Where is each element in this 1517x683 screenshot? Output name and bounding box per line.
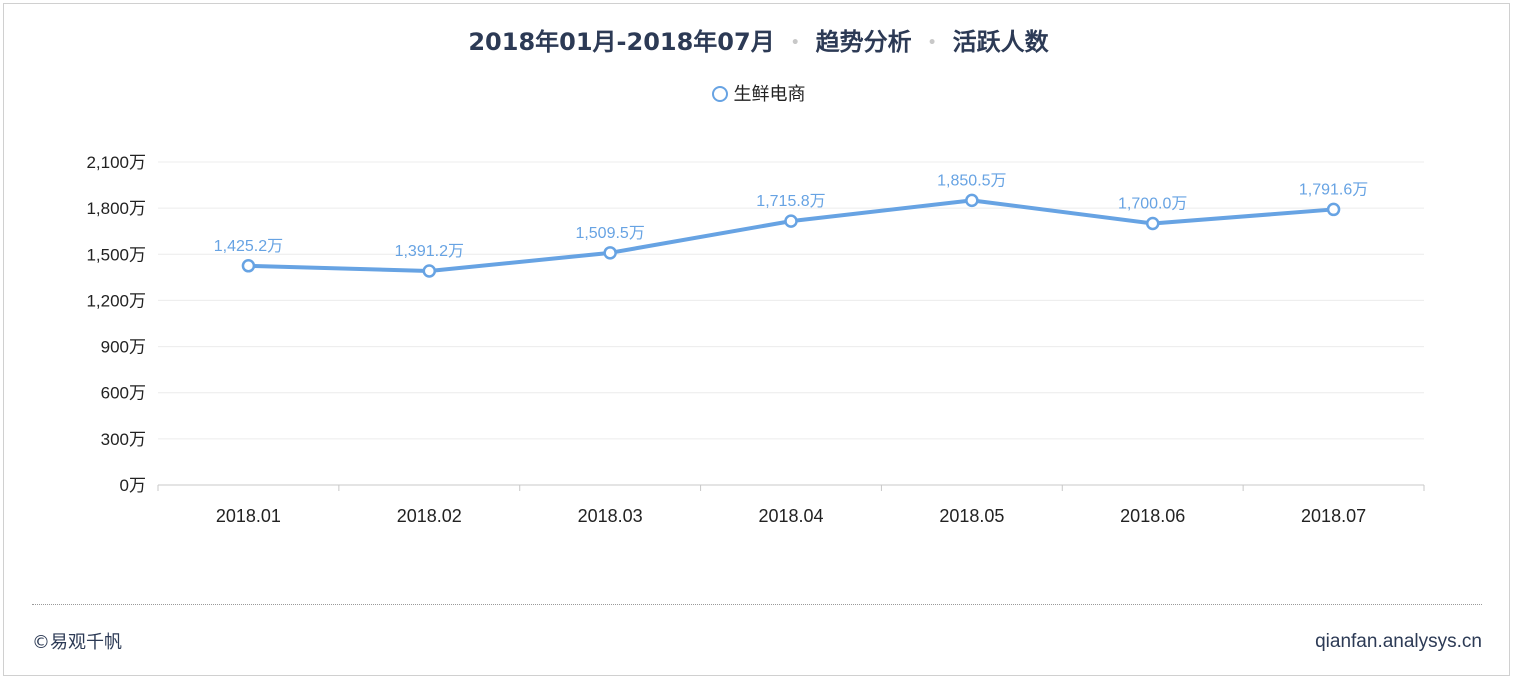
data-point xyxy=(1326,202,1341,217)
data-point xyxy=(784,214,798,228)
data-label: 1,700.0万 xyxy=(1118,196,1187,213)
data-label: 1,791.6万 xyxy=(1299,181,1368,198)
x-tick-label: 2018.01 xyxy=(216,506,281,526)
data-point xyxy=(965,193,979,208)
x-tick-label: 2018.04 xyxy=(758,506,823,526)
x-tick-label: 2018.05 xyxy=(939,506,1004,526)
source-url[interactable]: qianfan.analysys.cn xyxy=(1315,631,1482,653)
copyright-text: ©易观千帆 xyxy=(32,632,122,653)
y-tick-label: 900万 xyxy=(101,338,146,357)
data-label: 1,509.5万 xyxy=(575,225,644,242)
y-tick-label: 1,200万 xyxy=(86,291,146,310)
y-tick-label: 1,800万 xyxy=(86,199,146,218)
x-tick-label: 2018.07 xyxy=(1301,506,1366,526)
y-tick-label: 1,500万 xyxy=(86,245,146,264)
data-point xyxy=(1145,216,1160,231)
data-label: 1,715.8万 xyxy=(756,193,825,210)
data-label: 1,425.2万 xyxy=(214,238,283,255)
y-tick-label: 300万 xyxy=(101,430,146,449)
x-tick-label: 2018.06 xyxy=(1120,506,1185,526)
x-tick-label: 2018.03 xyxy=(578,506,643,526)
data-point xyxy=(422,264,437,278)
data-label: 1,391.2万 xyxy=(395,243,464,260)
line-chart: 0万 300万 600万 900万 1,200万 1,500万 1,800万 2,100万 20… xyxy=(86,153,1425,526)
y-tick-label: 0万 xyxy=(120,476,146,495)
data-point xyxy=(603,246,617,260)
footer-divider xyxy=(32,604,1482,605)
data-point xyxy=(241,259,256,273)
y-tick-label: 2,100万 xyxy=(86,153,146,172)
data-label: 1,850.5万 xyxy=(937,172,1006,189)
x-tick-label: 2018.02 xyxy=(397,506,462,526)
y-tick-label: 600万 xyxy=(101,384,146,403)
